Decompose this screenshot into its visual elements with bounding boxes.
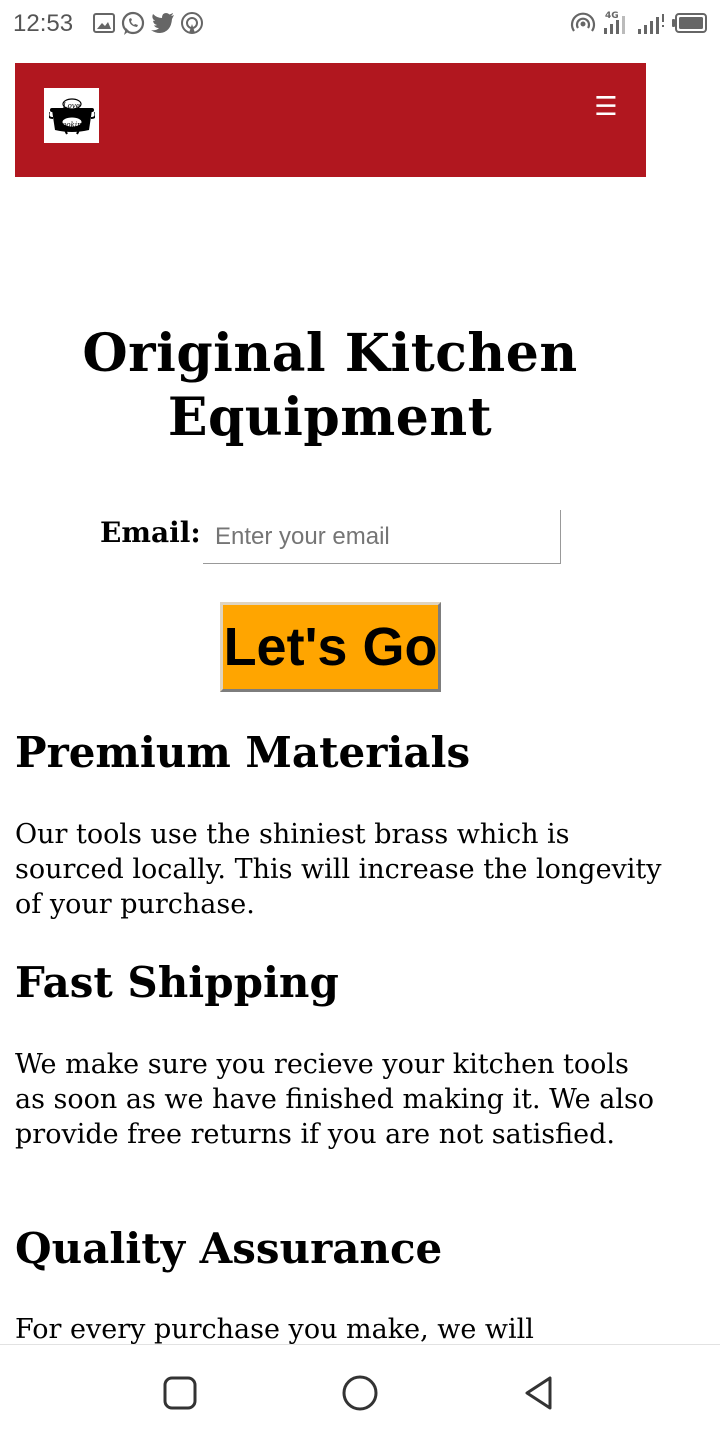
system-status-icons: 4G	[570, 10, 708, 36]
section-heading-quality-assurance: Quality Assurance	[15, 1224, 443, 1273]
site-header: Love Cooking ☰	[15, 63, 646, 177]
signal-icon	[638, 14, 664, 34]
svg-text:4G: 4G	[605, 11, 619, 21]
back-icon[interactable]	[520, 1373, 560, 1413]
hotspot-signal-icon	[570, 12, 596, 32]
status-bar: 12:53 4G	[0, 0, 720, 48]
twitter-icon	[151, 13, 174, 33]
section-text-quality-assurance: For every purchase you make, we will	[15, 1314, 534, 1345]
email-input[interactable]	[203, 510, 561, 564]
home-icon[interactable]	[340, 1373, 380, 1413]
status-time: 12:53	[13, 10, 74, 37]
section-text-fast-shipping: We make sure you recieve your kitchen to…	[15, 1049, 655, 1150]
hotspot-icon	[181, 12, 203, 34]
system-nav-bar	[0, 1344, 720, 1441]
image-icon	[93, 13, 115, 33]
logo-text-top: Love	[63, 102, 80, 110]
section-text-premium-materials: Our tools use the shiniest brass which i…	[15, 819, 662, 920]
signal-4g-icon: 4G	[604, 11, 625, 34]
section-heading-premium-materials: Premium Materials	[15, 728, 471, 777]
notification-icons	[92, 11, 204, 37]
email-label: Email:	[100, 516, 201, 549]
page-title: Original Kitchen Equipment	[82, 323, 578, 448]
battery-icon	[672, 13, 707, 33]
lets-go-button[interactable]: Let's Go	[220, 602, 441, 692]
recents-icon[interactable]	[160, 1373, 200, 1413]
hamburger-menu-icon[interactable]: ☰	[590, 91, 622, 123]
whatsapp-icon	[121, 11, 145, 35]
section-heading-fast-shipping: Fast Shipping	[15, 958, 339, 1007]
logo[interactable]: Love Cooking	[44, 88, 99, 143]
logo-text-bottom: Cooking	[56, 121, 87, 129]
